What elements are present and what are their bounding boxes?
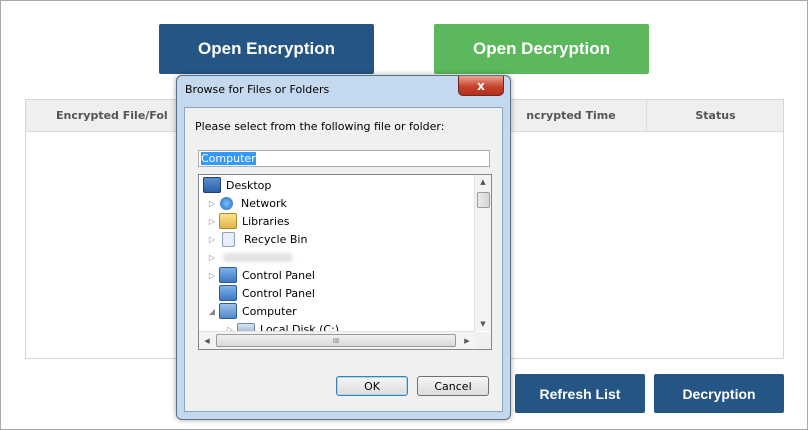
tree-item-desktop[interactable]: Desktop: [203, 176, 271, 194]
browse-dialog: Browse for Files or Folders x Please sel…: [176, 75, 511, 420]
scroll-down-icon[interactable]: ▼: [475, 317, 491, 331]
scroll-up-icon[interactable]: ▲: [475, 175, 491, 189]
tree-item-label: Recycle Bin: [244, 232, 308, 246]
open-encryption-button[interactable]: Open Encryption: [159, 24, 374, 74]
expand-arrow-icon[interactable]: ▷: [207, 235, 217, 244]
network-icon: [220, 196, 233, 210]
dialog-body: Please select from the following file or…: [184, 107, 503, 412]
dialog-title: Browse for Files or Folders: [185, 83, 330, 96]
ok-button[interactable]: OK: [336, 376, 408, 396]
blurred-folder-label: [223, 252, 293, 262]
tree-item-computer[interactable]: ◢ Computer: [207, 302, 297, 320]
expand-arrow-icon[interactable]: ▷: [207, 253, 217, 262]
control-panel-icon: [219, 285, 237, 301]
horizontal-scrollbar[interactable]: ◀ III ▶: [199, 331, 475, 349]
folder-tree[interactable]: Desktop ▷ Network ▷ Libraries ▷ Recycle …: [198, 174, 492, 350]
tree-item-label: Control Panel: [242, 268, 315, 282]
decryption-button[interactable]: Decryption: [654, 374, 784, 413]
scroll-corner: [475, 332, 491, 349]
close-icon: x: [477, 78, 485, 93]
tree-item-label: Libraries: [242, 214, 290, 228]
refresh-list-button[interactable]: Refresh List: [515, 374, 645, 413]
scroll-left-icon[interactable]: ◀: [199, 332, 215, 349]
control-panel-icon: [219, 267, 237, 283]
tree-item-user-folder[interactable]: ▷: [207, 248, 293, 266]
tree-item-label: Control Panel: [242, 286, 315, 300]
expand-arrow-icon[interactable]: ▷: [207, 199, 217, 208]
scroll-right-icon[interactable]: ▶: [459, 332, 475, 349]
tree-item-network[interactable]: ▷ Network: [207, 194, 287, 212]
column-header-encrypted-time[interactable]: ncrypted Time: [496, 100, 646, 131]
collapse-arrow-icon[interactable]: ◢: [207, 307, 217, 316]
cancel-button[interactable]: Cancel: [417, 376, 489, 396]
tree-item-label: Computer: [242, 304, 297, 318]
tree-item-control-panel[interactable]: ▷ Control Panel: [207, 266, 315, 284]
tree-item-control-panel-2[interactable]: Control Panel: [217, 284, 315, 302]
desktop-icon: [203, 177, 221, 193]
computer-icon: [219, 303, 237, 319]
tree-item-libraries[interactable]: ▷ Libraries: [207, 212, 290, 230]
libraries-icon: [219, 213, 237, 229]
dialog-prompt: Please select from the following file or…: [195, 120, 445, 133]
path-input[interactable]: Computer: [198, 150, 490, 167]
column-header-status[interactable]: Status: [646, 100, 784, 131]
tree-item-label: Desktop: [226, 178, 272, 192]
horizontal-scroll-thumb[interactable]: III: [216, 334, 456, 347]
close-button[interactable]: x: [458, 76, 504, 96]
path-input-value: Computer: [201, 152, 256, 165]
expand-arrow-icon[interactable]: ▷: [207, 271, 217, 280]
recycle-bin-icon: [222, 231, 235, 247]
tree-item-label: Network: [241, 196, 287, 210]
expand-arrow-icon[interactable]: ▷: [207, 217, 217, 226]
vertical-scrollbar[interactable]: ▲ ▼: [474, 175, 491, 331]
open-decryption-button[interactable]: Open Decryption: [434, 24, 649, 74]
vertical-scroll-thumb[interactable]: [477, 192, 490, 208]
tree-item-recycle-bin[interactable]: ▷ Recycle Bin: [207, 230, 307, 248]
